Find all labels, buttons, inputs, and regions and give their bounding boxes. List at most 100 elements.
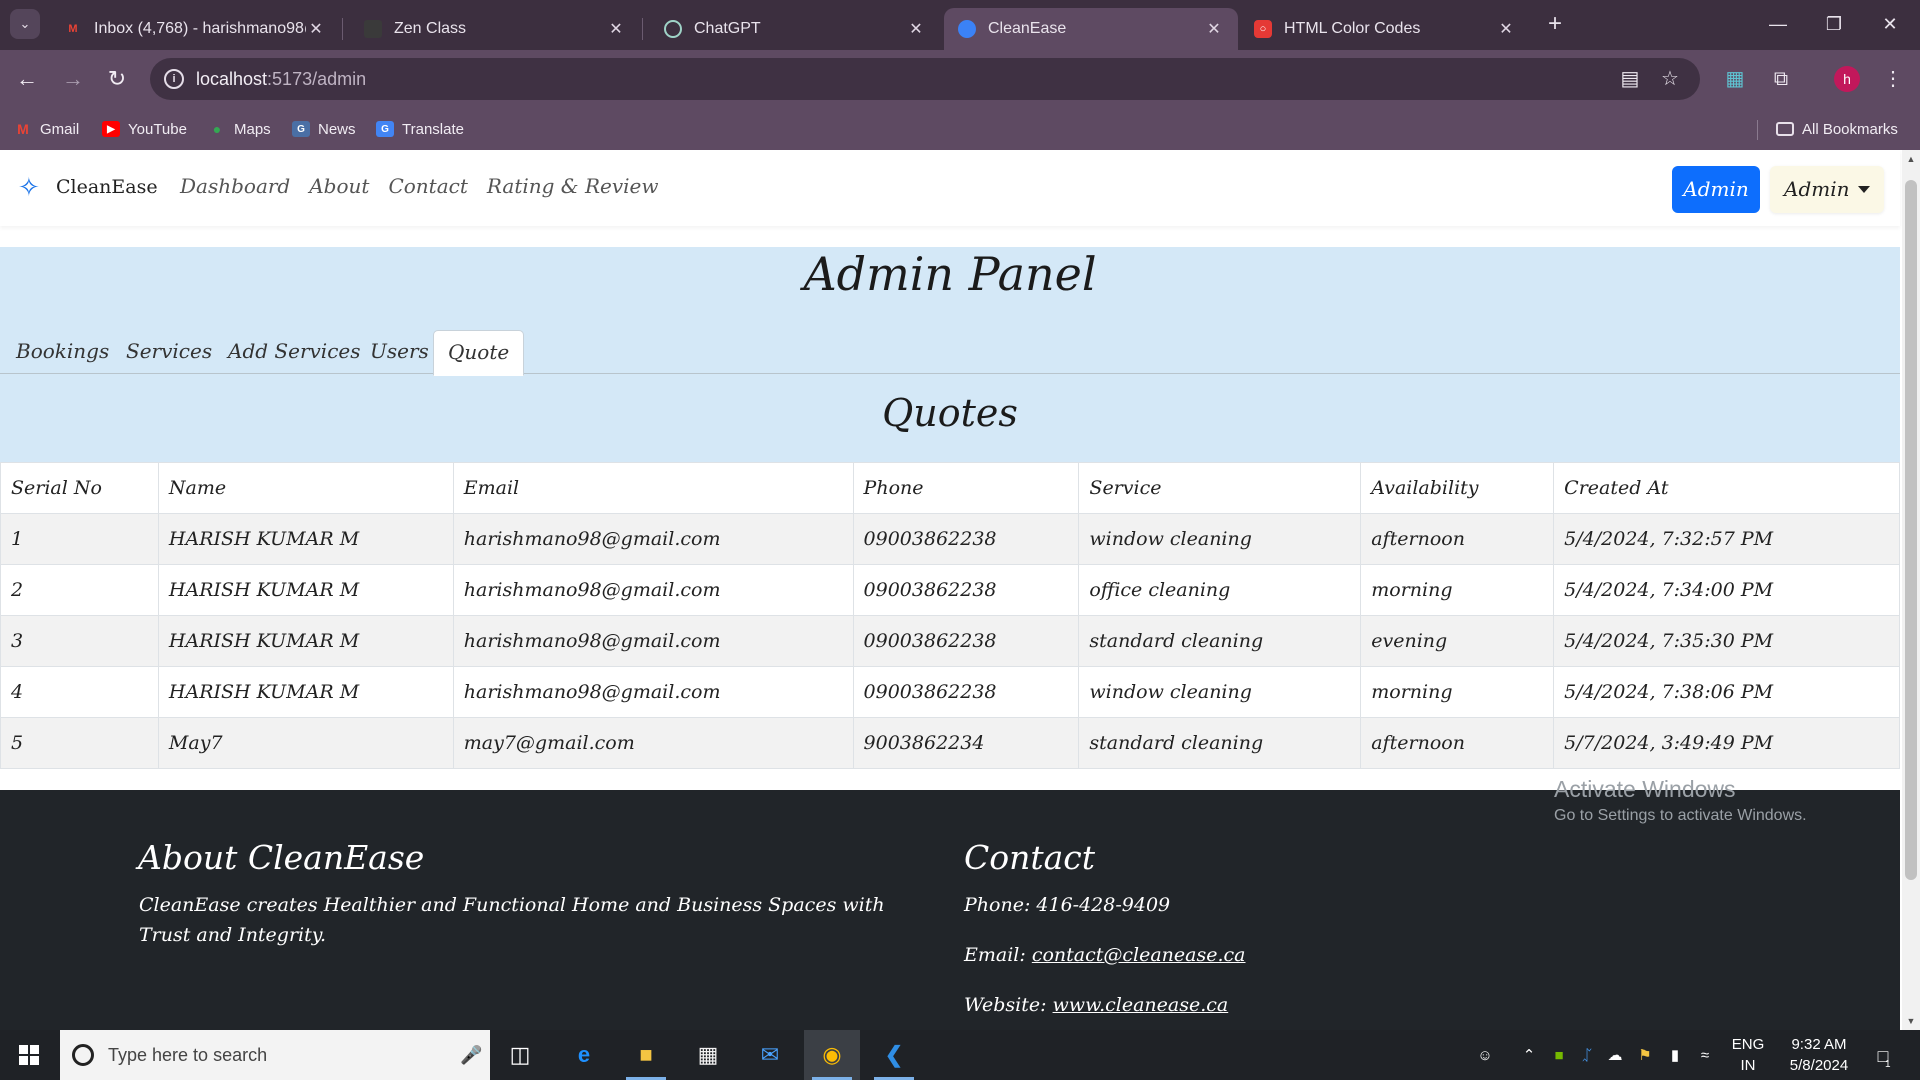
- search-circle-icon: [72, 1044, 94, 1066]
- close-icon[interactable]: ✕: [606, 19, 626, 39]
- task-view-button[interactable]: ◫: [492, 1030, 548, 1080]
- page-scrollbar[interactable]: ▲ ▼: [1902, 150, 1920, 1030]
- footer-contact-title: Contact: [964, 838, 1096, 877]
- start-button[interactable]: [0, 1030, 58, 1080]
- table-cell: 5: [0, 717, 159, 769]
- bookmark-translate[interactable]: G Translate: [376, 118, 464, 140]
- admin-button[interactable]: Admin: [1672, 166, 1760, 213]
- battery-icon[interactable]: ▮: [1664, 1045, 1686, 1067]
- taskbar-vscode[interactable]: ❮: [866, 1030, 922, 1080]
- nav-link-about[interactable]: About: [309, 174, 369, 198]
- scroll-down-icon[interactable]: ▼: [1902, 1016, 1920, 1026]
- star-icon[interactable]: ☆: [1658, 67, 1682, 91]
- bookmark-maps[interactable]: ● Maps: [208, 118, 271, 140]
- notifications-button[interactable]: □ 1: [1872, 1045, 1894, 1070]
- browser-tab-cleanease[interactable]: CleanEase ✕: [944, 8, 1238, 50]
- table-cell: 9003862234: [852, 717, 1080, 769]
- close-icon[interactable]: ✕: [306, 19, 326, 39]
- bookmark-gmail[interactable]: M Gmail: [14, 118, 79, 140]
- plus-icon: +: [1547, 10, 1562, 37]
- chevron-up-icon[interactable]: ⌃: [1518, 1045, 1540, 1067]
- nvidia-icon[interactable]: ■: [1548, 1045, 1570, 1067]
- language-indicator[interactable]: ENG IN: [1726, 1034, 1770, 1076]
- bookmark-news[interactable]: G News: [292, 118, 356, 140]
- news-icon: G: [292, 121, 310, 137]
- site-info-icon[interactable]: i: [164, 69, 184, 89]
- browser-tab-html-color-codes[interactable]: ○ HTML Color Codes ✕: [1240, 8, 1530, 50]
- taskbar-mail[interactable]: ✉: [742, 1030, 798, 1080]
- microphone-icon[interactable]: 🎤: [460, 1045, 490, 1066]
- tab-search-button[interactable]: ⌄: [10, 9, 40, 39]
- wifi-icon[interactable]: ≈: [1694, 1045, 1716, 1067]
- windows-logo-icon: [19, 1045, 39, 1065]
- table-cell: 09003862238: [852, 615, 1080, 667]
- address-bar[interactable]: i localhost:5173/admin ▤ ☆: [150, 58, 1700, 100]
- table-cell: may7@gmail.com: [452, 717, 854, 769]
- new-tab-button[interactable]: +: [1540, 10, 1570, 40]
- browser-tab-zen-class[interactable]: Zen Class ✕: [350, 8, 640, 50]
- nav-link-dashboard[interactable]: Dashboard: [180, 174, 290, 198]
- all-bookmarks-button[interactable]: All Bookmarks: [1776, 118, 1898, 140]
- close-icon[interactable]: ✕: [1204, 19, 1224, 39]
- table-cell: 5/4/2024, 7:38:06 PM: [1553, 666, 1900, 718]
- admin-dropdown[interactable]: Admin: [1770, 166, 1884, 213]
- chatgpt-icon: [664, 20, 682, 38]
- tab-add-services[interactable]: Add Services: [214, 330, 375, 374]
- puzzle-icon[interactable]: ⧉: [1766, 64, 1796, 94]
- bookmark-youtube[interactable]: ▶ YouTube: [102, 118, 187, 140]
- close-window-button[interactable]: ✕: [1860, 6, 1920, 42]
- table-cell: 1: [0, 513, 159, 565]
- table-cell: afternoon: [1360, 513, 1555, 565]
- maps-pin-icon: ●: [212, 121, 222, 137]
- footer-website-link[interactable]: www.cleanease.ca: [1053, 994, 1229, 1016]
- gmail-icon: M: [17, 121, 29, 137]
- table-cell: HARISH KUMAR M: [157, 513, 454, 565]
- footer-email-link[interactable]: contact@cleanease.ca: [1032, 944, 1246, 966]
- tab-divider: [342, 18, 343, 40]
- onedrive-icon[interactable]: ☁: [1604, 1045, 1626, 1067]
- forward-button[interactable]: →: [58, 64, 88, 94]
- taskbar-search-box[interactable]: Type here to search 🎤: [60, 1030, 490, 1080]
- extension-icon[interactable]: ▦: [1720, 64, 1750, 94]
- scroll-up-icon[interactable]: ▲: [1902, 154, 1920, 164]
- table-cell: May7: [157, 717, 454, 769]
- browser-tab-gmail[interactable]: M Inbox (4,768) - harishmano98@ ✕: [50, 8, 340, 50]
- tab-divider: [642, 18, 643, 40]
- restore-button[interactable]: ❐: [1804, 6, 1864, 42]
- table-cell: standard cleaning: [1078, 717, 1362, 769]
- taskbar-store[interactable]: ▦: [680, 1030, 736, 1080]
- admin-tabs: Bookings Services Add Services Users Quo…: [0, 330, 1900, 376]
- tab-services[interactable]: Services: [112, 330, 226, 374]
- reload-button[interactable]: ↻: [102, 64, 132, 94]
- taskbar-edge[interactable]: e: [556, 1030, 612, 1080]
- footer-website: Website: www.cleanease.ca: [964, 994, 1229, 1016]
- browser-tab-chatgpt[interactable]: ChatGPT ✕: [650, 8, 940, 50]
- security-icon[interactable]: ⚑: [1634, 1045, 1656, 1067]
- url-text[interactable]: localhost:5173/admin: [196, 69, 366, 90]
- taskbar-file-explorer[interactable]: ■: [618, 1030, 674, 1080]
- tab-bookings[interactable]: Bookings: [2, 330, 123, 374]
- profile-avatar[interactable]: h: [1834, 66, 1860, 92]
- bluetooth-icon[interactable]: ᛢ: [1576, 1045, 1598, 1067]
- table-row: 3 HARISH KUMAR M harishmano98@gmail.com …: [0, 615, 1900, 667]
- table-cell: harishmano98@gmail.com: [452, 564, 854, 616]
- taskbar-chrome[interactable]: ◉: [804, 1030, 860, 1080]
- html-color-codes-icon: ○: [1254, 20, 1272, 38]
- kebab-menu-icon[interactable]: ⋮: [1878, 64, 1908, 94]
- nav-link-contact[interactable]: Contact: [388, 174, 467, 198]
- nav-link-rating-review[interactable]: Rating & Review: [487, 174, 659, 198]
- close-icon[interactable]: ✕: [1496, 19, 1516, 39]
- brand-link[interactable]: ✧ CleanEase: [18, 172, 158, 202]
- scrollbar-thumb[interactable]: [1905, 180, 1917, 880]
- section-title: Quotes: [882, 391, 1018, 435]
- tab-users[interactable]: Users: [356, 330, 443, 374]
- tab-quote[interactable]: Quote: [433, 330, 525, 376]
- table-cell: harishmano98@gmail.com: [452, 666, 854, 718]
- close-icon[interactable]: ✕: [906, 19, 926, 39]
- people-icon[interactable]: ☺: [1474, 1045, 1496, 1067]
- clock[interactable]: 9:32 AM 5/8/2024: [1774, 1034, 1864, 1076]
- card-icon[interactable]: ▤: [1618, 67, 1642, 91]
- minimize-button[interactable]: —: [1748, 6, 1808, 42]
- back-button[interactable]: ←: [12, 64, 42, 94]
- table-cell: 09003862238: [852, 564, 1080, 616]
